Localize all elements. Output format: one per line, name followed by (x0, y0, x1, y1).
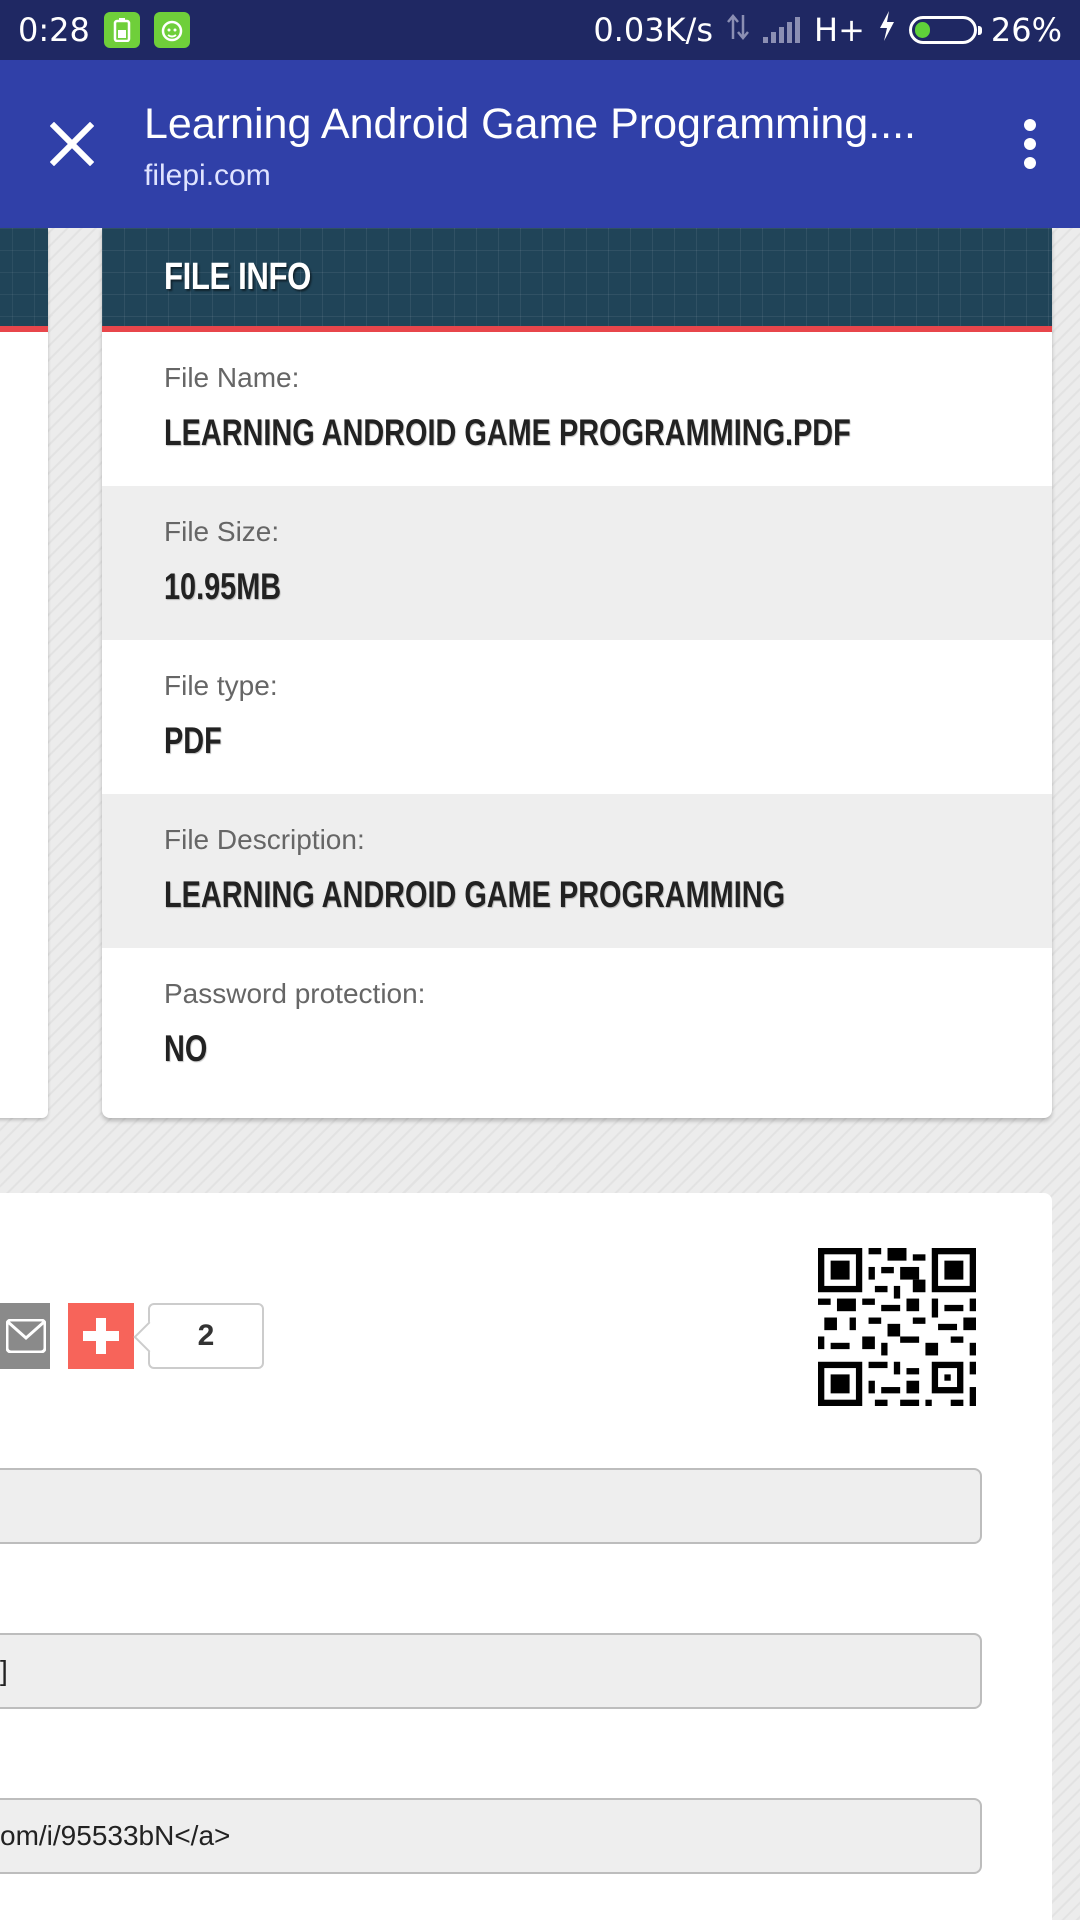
add-share-button[interactable] (68, 1303, 134, 1369)
password-protection-label: Password protection: (164, 978, 426, 1009)
share-card: 2 ] om/i/95533bN</a> (0, 1193, 1052, 1920)
html-embed-text: om/i/95533bN</a> (0, 1820, 231, 1851)
data-arrows-icon (727, 11, 749, 49)
file-size-value: 10.95MB (164, 566, 282, 607)
file-info-header: FILE INFO (102, 228, 1052, 332)
plus-icon (83, 1318, 119, 1354)
mail-icon (6, 1319, 46, 1353)
file-type-label: File type: (164, 670, 278, 701)
qr-code-icon (818, 1248, 976, 1406)
file-name-row: File Name: LEARNING ANDROID GAME PROGRAM… (102, 332, 1052, 486)
mail-share-button[interactable] (0, 1303, 50, 1369)
more-vert-icon (1024, 119, 1036, 169)
page-host: filepi.com (144, 158, 271, 192)
file-type-value: PDF (164, 720, 222, 761)
close-icon (50, 122, 94, 166)
share-count: 2 (148, 1303, 264, 1369)
file-name-label: File Name: (164, 362, 300, 393)
charging-icon (879, 11, 895, 49)
file-description-label: File Description: (164, 824, 365, 855)
browser-toolbar: Learning Android Game Programming.... fi… (0, 60, 1080, 228)
password-protection-row: Password protection: NO (102, 948, 1052, 1102)
html-embed-field[interactable]: om/i/95533bN</a> (0, 1798, 982, 1874)
file-name-value: LEARNING ANDROID GAME PROGRAMMING.PDF (164, 412, 851, 453)
menu-button[interactable] (980, 60, 1080, 228)
status-bar: 0:28 0.03K/s H+ 26% (0, 0, 1080, 60)
file-size-row: File Size: 10.95MB (102, 486, 1052, 640)
page-title: Learning Android Game Programming.... (144, 99, 917, 148)
battery-icon (908, 16, 982, 44)
share-link-field[interactable] (0, 1468, 982, 1544)
bbcode-field[interactable]: ] (0, 1633, 982, 1709)
status-time: 0:28 (18, 11, 90, 49)
file-size-label: File Size: (164, 516, 280, 547)
title-area[interactable]: Learning Android Game Programming.... fi… (144, 96, 980, 193)
bbcode-text: ] (0, 1655, 8, 1686)
battery-percent: 26% (990, 11, 1062, 49)
password-protection-value: NO (164, 1028, 208, 1069)
file-info-card: FILE INFO File Name: LEARNING ANDROID GA… (102, 228, 1052, 1118)
network-speed: 0.03K/s (593, 11, 713, 49)
android-icon (153, 12, 190, 48)
left-card (0, 228, 48, 1118)
signal-icon (763, 17, 800, 43)
network-type: H+ (814, 11, 865, 49)
close-button[interactable] (0, 60, 144, 228)
file-type-row: File type: PDF (102, 640, 1052, 794)
file-info-title: FILE INFO (164, 255, 311, 298)
file-description-value: LEARNING ANDROID GAME PROGRAMMING (164, 874, 786, 915)
file-description-row: File Description: LEARNING ANDROID GAME … (102, 794, 1052, 948)
battery-saver-icon (103, 12, 140, 48)
left-card-header (0, 228, 48, 332)
